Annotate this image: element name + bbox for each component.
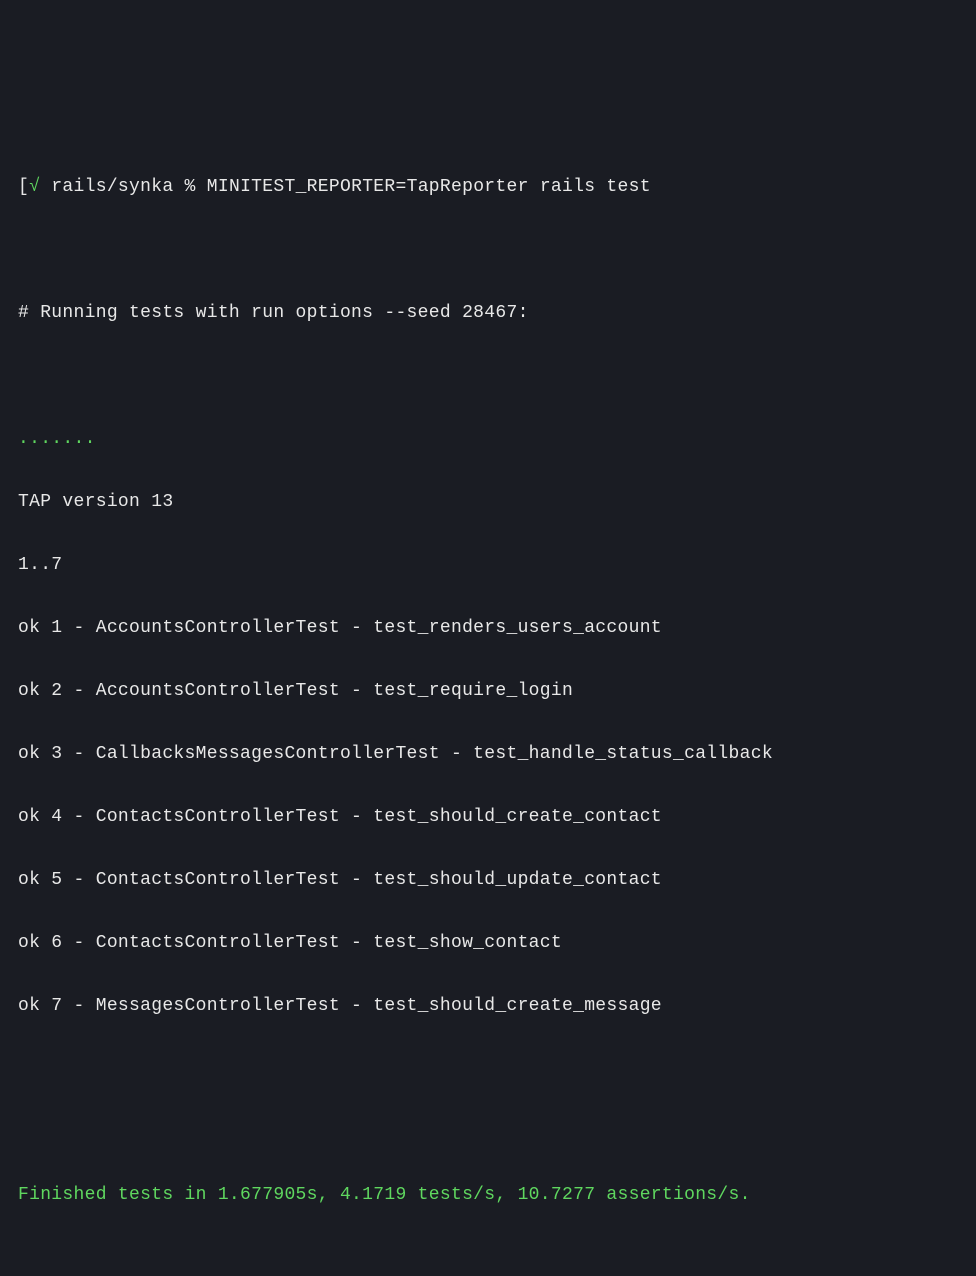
finished-line: Finished tests in 1.677905s, 4.1719 test… xyxy=(18,1180,958,1212)
blank-line xyxy=(18,1117,958,1149)
test-result: ok 1 - AccountsControllerTest - test_ren… xyxy=(18,613,958,645)
test-result: ok 6 - ContactsControllerTest - test_sho… xyxy=(18,928,958,960)
running-line: # Running tests with run options --seed … xyxy=(18,298,958,330)
prompt-line: [√ rails/synka % MINITEST_REPORTER=TapRe… xyxy=(18,172,958,204)
prompt-check-icon: √ xyxy=(29,177,40,197)
test-result: ok 2 - AccountsControllerTest - test_req… xyxy=(18,676,958,708)
test-result: ok 4 - ContactsControllerTest - test_sho… xyxy=(18,802,958,834)
tap-plan: 1..7 xyxy=(18,550,958,582)
test-result: ok 7 - MessagesControllerTest - test_sho… xyxy=(18,991,958,1023)
progress-dots: ....... xyxy=(18,424,958,456)
blank-line xyxy=(18,361,958,393)
prompt-percent: % xyxy=(173,177,206,197)
blank-line xyxy=(18,1054,958,1086)
terminal-output: [√ rails/synka % MINITEST_REPORTER=TapRe… xyxy=(18,140,958,1276)
test-result: ok 3 - CallbacksMessagesControllerTest -… xyxy=(18,739,958,771)
tap-version: TAP version 13 xyxy=(18,487,958,519)
blank-line xyxy=(18,235,958,267)
prompt-path: rails/synka xyxy=(40,177,173,197)
prompt-bracket: [ xyxy=(18,177,29,197)
prompt-command[interactable]: MINITEST_REPORTER=TapReporter rails test xyxy=(207,177,651,197)
test-result: ok 5 - ContactsControllerTest - test_sho… xyxy=(18,865,958,897)
blank-line xyxy=(18,1243,958,1275)
